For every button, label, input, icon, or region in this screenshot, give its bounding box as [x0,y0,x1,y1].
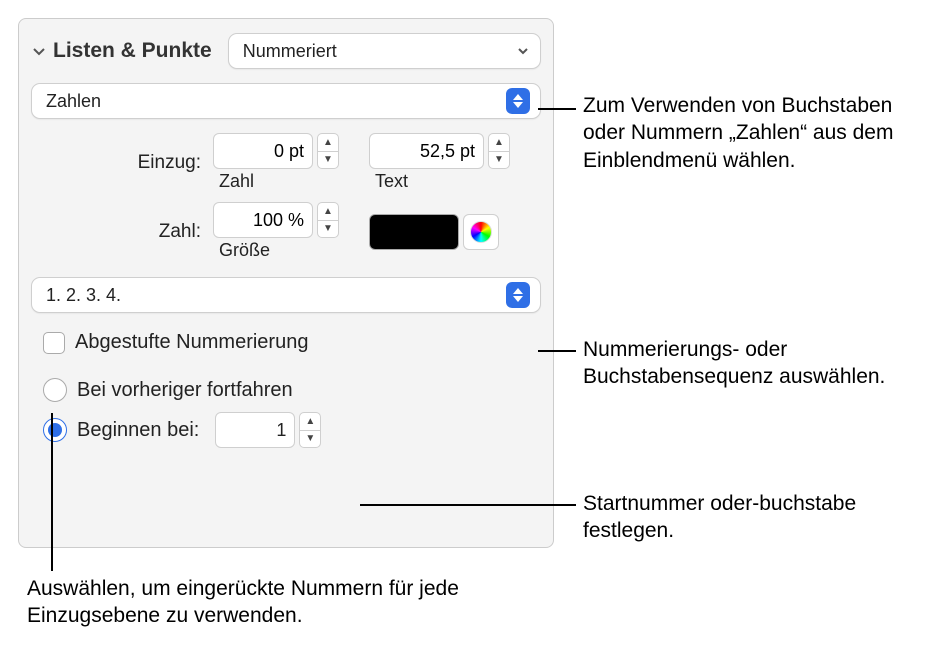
chevron-down-icon [516,44,530,58]
number-format-value: Zahlen [46,91,101,112]
indent-text-input[interactable]: 52,5 pt [369,133,484,169]
continue-radio-label: Bei vorheriger fortfahren [77,379,293,402]
callout-format: Zum Verwenden von Buchstaben oder Nummer… [583,92,913,174]
disclosure-lists-bullets[interactable]: Listen & Punkte [31,39,212,63]
indent-number-input[interactable]: 0 pt [213,133,313,169]
stepper-down-icon[interactable]: ▼ [317,221,339,239]
start-at-radio[interactable] [43,418,67,442]
color-well[interactable] [369,214,459,250]
size-input[interactable]: 100 % [213,202,313,238]
callout-sequence: Nummerierungs- oder Buchstabensequenz au… [583,336,913,391]
indent-number-sublabel: Zahl [213,171,254,192]
start-at-input[interactable]: 1 [215,412,295,448]
stepper-down-icon[interactable]: ▼ [317,152,339,170]
stepper-up-icon[interactable]: ▲ [299,412,321,431]
callout-tiered: Auswählen, um eingerückte Nummern für je… [27,575,477,630]
number-format-select[interactable]: Zahlen [31,83,541,119]
stepper-up-icon[interactable]: ▲ [488,133,510,152]
callout-line [51,413,53,571]
stepper-down-icon[interactable]: ▼ [488,152,510,170]
start-at-radio-label: Beginnen bei: [77,419,199,442]
size-label: Zahl: [31,221,201,243]
section-title: Listen & Punkte [53,39,212,63]
sequence-select[interactable]: 1. 2. 3. 4. [31,277,541,313]
stepper-up-icon[interactable]: ▲ [317,202,339,221]
sequence-value: 1. 2. 3. 4. [46,285,121,306]
callout-line [538,350,576,352]
list-style-select[interactable]: Nummeriert [228,33,541,69]
stepper-up-icon[interactable]: ▲ [317,133,339,152]
chevron-down-icon [31,43,47,59]
start-at-stepper[interactable]: ▲ ▼ [299,412,321,448]
stepper-down-icon[interactable]: ▼ [299,431,321,449]
tiered-numbering-label: Abgestufte Nummerierung [75,331,308,354]
size-sublabel: Größe [213,240,270,261]
size-stepper[interactable]: ▲ ▼ [317,202,339,238]
callout-start: Startnummer oder-buchstabe festlegen. [583,490,913,545]
indent-label: Einzug: [31,152,201,174]
list-style-value: Nummeriert [243,41,337,62]
callout-line [538,108,576,110]
dropdown-handle-icon [506,282,530,308]
color-wheel-icon [470,221,492,243]
indent-text-stepper[interactable]: ▲ ▼ [488,133,510,169]
indent-text-sublabel: Text [369,171,408,192]
callout-line [360,504,576,506]
color-picker-button[interactable] [463,214,499,250]
dropdown-handle-icon [506,88,530,114]
tiered-numbering-checkbox[interactable] [43,332,65,354]
indent-number-stepper[interactable]: ▲ ▼ [317,133,339,169]
continue-radio[interactable] [43,378,67,402]
